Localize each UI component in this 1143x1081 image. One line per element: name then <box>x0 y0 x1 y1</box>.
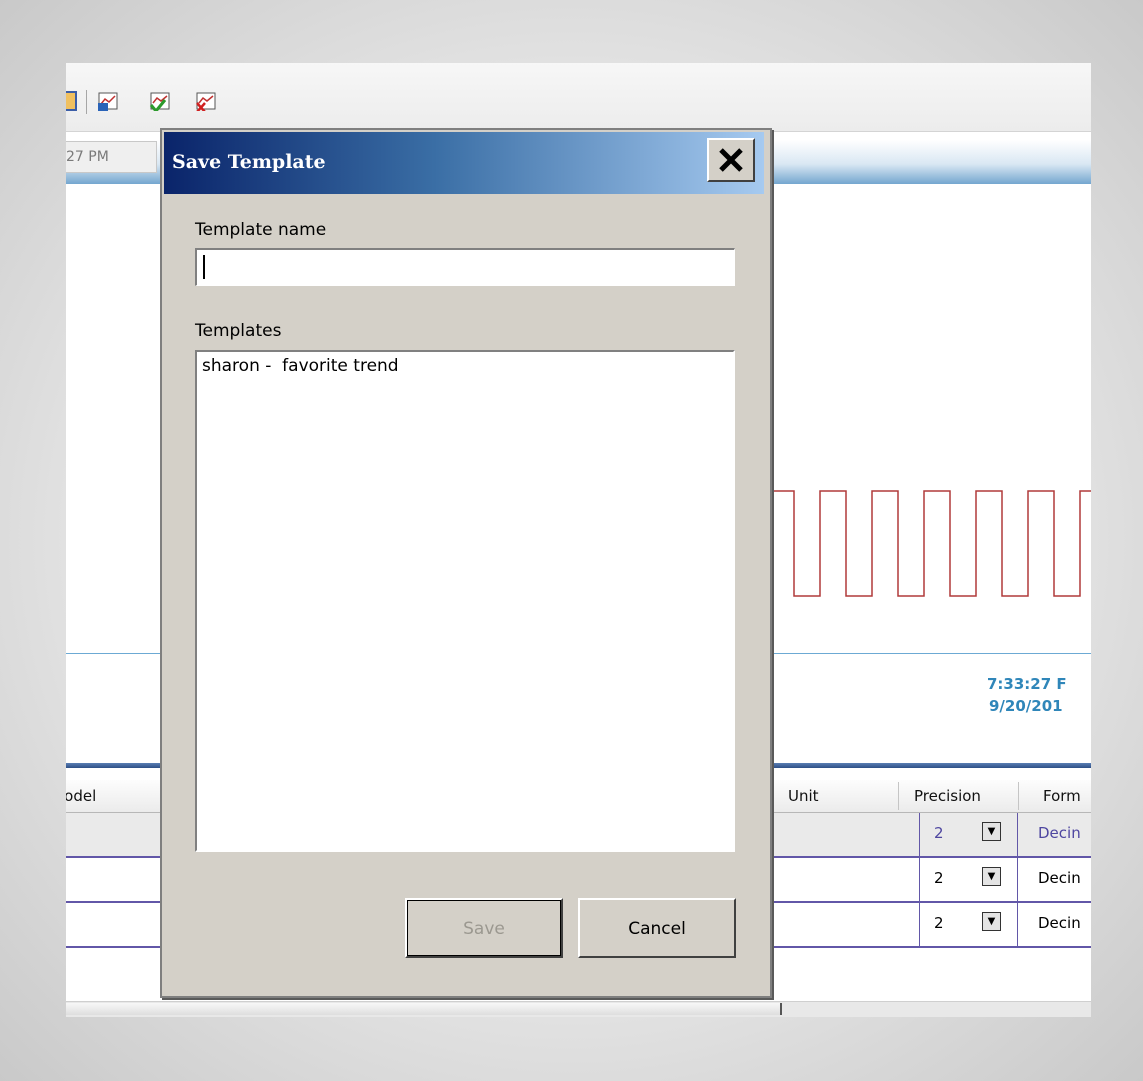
column-divider[interactable] <box>898 782 899 810</box>
column-header-precision[interactable]: Precision <box>914 787 981 805</box>
chevron-down-icon[interactable]: ▼ <box>982 867 1001 886</box>
column-header-model[interactable]: lodel <box>66 787 96 805</box>
list-item[interactable]: sharon - favorite trend <box>202 356 399 376</box>
column-divider[interactable] <box>1018 782 1019 810</box>
trend-line <box>767 490 1091 597</box>
chevron-down-icon[interactable]: ▼ <box>982 912 1001 931</box>
format-value[interactable]: Decin <box>1038 824 1081 842</box>
text-caret <box>203 255 205 279</box>
templates-label: Templates <box>195 321 282 341</box>
dialog-titlebar[interactable]: Save Template <box>164 132 764 194</box>
close-icon <box>719 148 743 172</box>
dialog-title: Save Template <box>172 151 326 173</box>
format-value[interactable]: Decin <box>1038 869 1081 887</box>
chart-check-icon[interactable] <box>148 91 170 111</box>
column-header-unit[interactable]: Unit <box>788 787 819 805</box>
precision-value: 2 <box>934 914 944 932</box>
scrollbar-thumb[interactable] <box>66 1003 782 1015</box>
open-icon[interactable] <box>66 91 88 111</box>
save-button[interactable]: Save <box>405 898 563 958</box>
template-name-label: Template name <box>195 220 327 240</box>
chart-props-icon[interactable] <box>96 91 118 111</box>
format-value[interactable]: Decin <box>1038 914 1081 932</box>
precision-value: 2 <box>934 824 944 842</box>
chart-delete-icon[interactable] <box>194 91 216 111</box>
chevron-down-icon[interactable]: ▼ <box>982 822 1001 841</box>
time-range-field[interactable]: 27 PM <box>66 141 157 173</box>
precision-cell[interactable]: 2 ▼ <box>919 858 1018 901</box>
toolbar-separator <box>86 90 87 114</box>
chart-date-label: 9/20/201 <box>989 697 1063 715</box>
save-template-dialog: Save Template Template name Templates sh… <box>160 128 772 998</box>
precision-cell[interactable]: 2 ▼ <box>919 903 1018 946</box>
chart-time-label: 7:33:27 F <box>987 675 1067 693</box>
cancel-button[interactable]: Cancel <box>578 898 736 958</box>
column-header-format[interactable]: Form <box>1043 787 1081 805</box>
toolbar <box>66 63 1091 132</box>
template-name-input[interactable] <box>195 248 735 286</box>
horizontal-scrollbar[interactable] <box>66 1001 1091 1017</box>
precision-value: 2 <box>934 869 944 887</box>
trend-series <box>767 490 1091 597</box>
templates-list[interactable]: sharon - favorite trend <box>195 350 735 852</box>
precision-cell[interactable]: 2 ▼ <box>919 813 1018 856</box>
close-button[interactable] <box>707 138 755 182</box>
